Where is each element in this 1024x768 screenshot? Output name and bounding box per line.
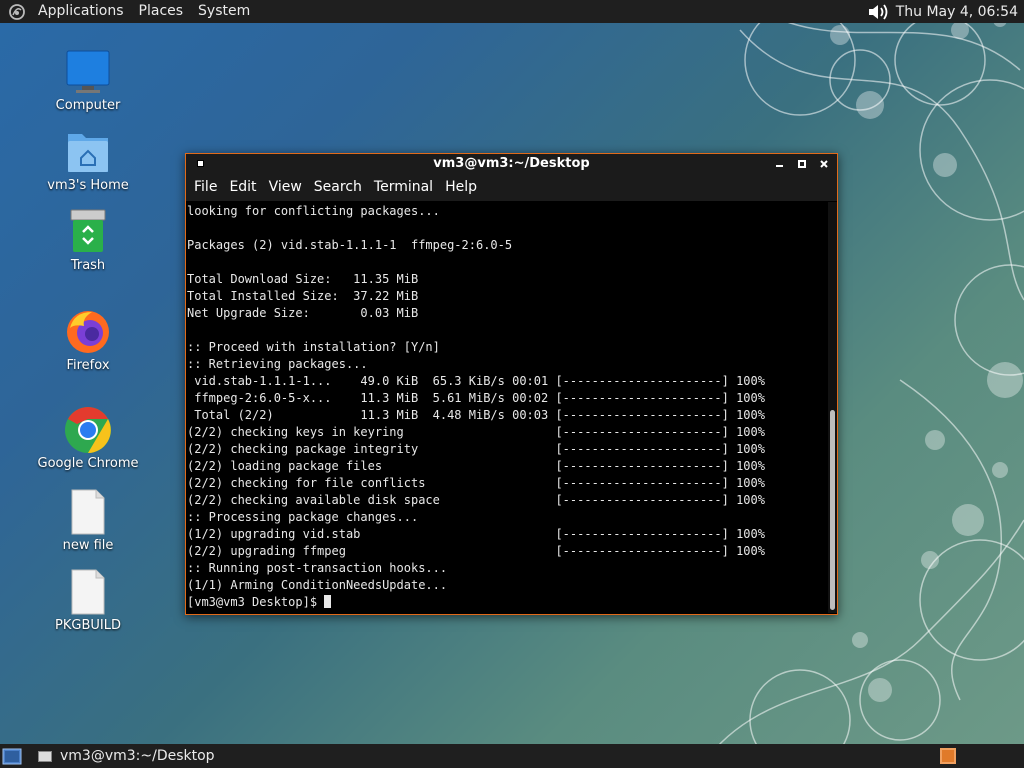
menu-edit[interactable]: Edit <box>223 174 262 201</box>
window-menu-icon[interactable] <box>197 160 204 167</box>
terminal-line: Total Download Size: 11.35 MiB <box>187 272 419 286</box>
terminal-line: (2/2) upgrading ffmpeg [----------------… <box>187 544 765 558</box>
window-title: vm3@vm3:~/Desktop <box>433 156 590 171</box>
terminal-line: [vm3@vm3 Desktop]$ <box>187 595 325 609</box>
terminal-line: ffmpeg-2:6.0-5-x... 11.3 MiB 5.61 MiB/s … <box>187 391 765 405</box>
terminal-line: (1/2) upgrading vid.stab [--------------… <box>187 527 765 541</box>
terminal-line: :: Retrieving packages... <box>187 357 368 371</box>
terminal-line: (1/1) Arming ConditionNeedsUpdate... <box>187 578 448 592</box>
window-icon <box>38 750 52 762</box>
desktop-icon-label: vm3's Home <box>47 178 129 193</box>
minimize-icon <box>776 165 783 167</box>
chrome-icon <box>65 407 111 453</box>
desktop-icon-label: Computer <box>55 98 121 113</box>
show-desktop-icon[interactable] <box>2 746 22 766</box>
desktop-icon-firefox[interactable]: Firefox <box>28 308 148 373</box>
terminal-line: (2/2) checking available disk space [---… <box>187 493 765 507</box>
terminal-line: vid.stab-1.1.1-1... 49.0 KiB 65.3 KiB/s … <box>187 374 765 388</box>
terminal-line: (2/2) checking keys in keyring [--------… <box>187 425 765 439</box>
desktop-icon-trash[interactable]: Trash <box>28 208 148 273</box>
minimize-button[interactable] <box>773 154 787 174</box>
desktop-icon-pkgbuild[interactable]: PKGBUILD <box>28 568 148 633</box>
bottom-panel: vm3@vm3:~/Desktop <box>0 744 1024 768</box>
home-folder-icon <box>68 134 108 172</box>
trash-icon <box>70 209 106 252</box>
desktop-icon-label: new file <box>62 538 114 553</box>
workspace-switcher[interactable] <box>940 748 956 764</box>
file-icon <box>71 569 105 615</box>
close-button[interactable] <box>817 154 831 174</box>
terminal-line: Total (2/2) 11.3 MiB 4.48 MiB/s 00:03 [-… <box>187 408 765 422</box>
scrollbar-thumb[interactable] <box>830 410 835 610</box>
desktop-icon-computer[interactable]: Computer <box>28 48 148 113</box>
terminal-line: (2/2) checking for file conflicts [-----… <box>187 476 765 490</box>
terminal-line: Net Upgrade Size: 0.03 MiB <box>187 306 419 320</box>
menu-applications[interactable]: Applications <box>32 0 133 23</box>
computer-icon <box>66 50 110 93</box>
desktop-icon-label: Firefox <box>66 358 110 373</box>
menu-terminal[interactable]: Terminal <box>368 174 439 201</box>
terminal-line: Total Installed Size: 37.22 MiB <box>187 289 419 303</box>
menu-help[interactable]: Help <box>439 174 483 201</box>
menu-view[interactable]: View <box>263 174 308 201</box>
terminal-text: looking for conflicting packages... Pack… <box>186 202 828 611</box>
menu-search[interactable]: Search <box>308 174 368 201</box>
desktop-icon-label: PKGBUILD <box>55 618 121 633</box>
terminal-line: Packages (2) vid.stab-1.1.1-1 ffmpeg-2:6… <box>187 238 513 252</box>
desktop-icon-label: Google Chrome <box>37 456 139 471</box>
desktop-icon-chrome[interactable]: Google Chrome <box>28 406 148 471</box>
menu-system[interactable]: System <box>192 0 259 23</box>
terminal-menubar: File Edit View Search Terminal Help <box>186 174 837 201</box>
maximize-button[interactable] <box>795 154 809 174</box>
terminal-scrollbar[interactable] <box>828 202 837 613</box>
close-icon <box>820 160 828 168</box>
terminal-window[interactable]: vm3@vm3:~/Desktop File Edit View Search … <box>185 153 838 615</box>
terminal-line: :: Running post-transaction hooks... <box>187 561 448 575</box>
maximize-icon <box>798 160 806 168</box>
taskbar-item-label: vm3@vm3:~/Desktop <box>60 748 215 764</box>
desktop-icon-new-file[interactable]: new file <box>28 488 148 553</box>
menu-file[interactable]: File <box>188 174 223 201</box>
volume-icon[interactable] <box>867 2 891 22</box>
desktop-icon-home[interactable]: vm3's Home <box>28 128 148 193</box>
menu-places[interactable]: Places <box>133 0 193 23</box>
terminal-line: looking for conflicting packages... <box>187 204 440 218</box>
terminal-line: :: Processing package changes... <box>187 510 419 524</box>
distro-logo-icon[interactable] <box>8 3 26 21</box>
cursor <box>324 595 332 608</box>
clock[interactable]: Thu May 4, 06:54 <box>896 4 1024 20</box>
terminal-line: (2/2) loading package files [-----------… <box>187 459 765 473</box>
file-icon <box>71 489 105 535</box>
terminal-line: :: Proceed with installation? [Y/n] <box>187 340 440 354</box>
desktop-icon-label: Trash <box>70 258 106 273</box>
taskbar-item-terminal[interactable]: vm3@vm3:~/Desktop <box>38 748 215 764</box>
terminal-line: (2/2) checking package integrity [------… <box>187 442 765 456</box>
firefox-icon <box>67 311 109 353</box>
window-titlebar[interactable]: vm3@vm3:~/Desktop <box>186 154 837 174</box>
top-panel: Applications Places System Thu May 4, 06… <box>0 0 1024 23</box>
terminal-output[interactable]: looking for conflicting packages... Pack… <box>186 202 828 613</box>
